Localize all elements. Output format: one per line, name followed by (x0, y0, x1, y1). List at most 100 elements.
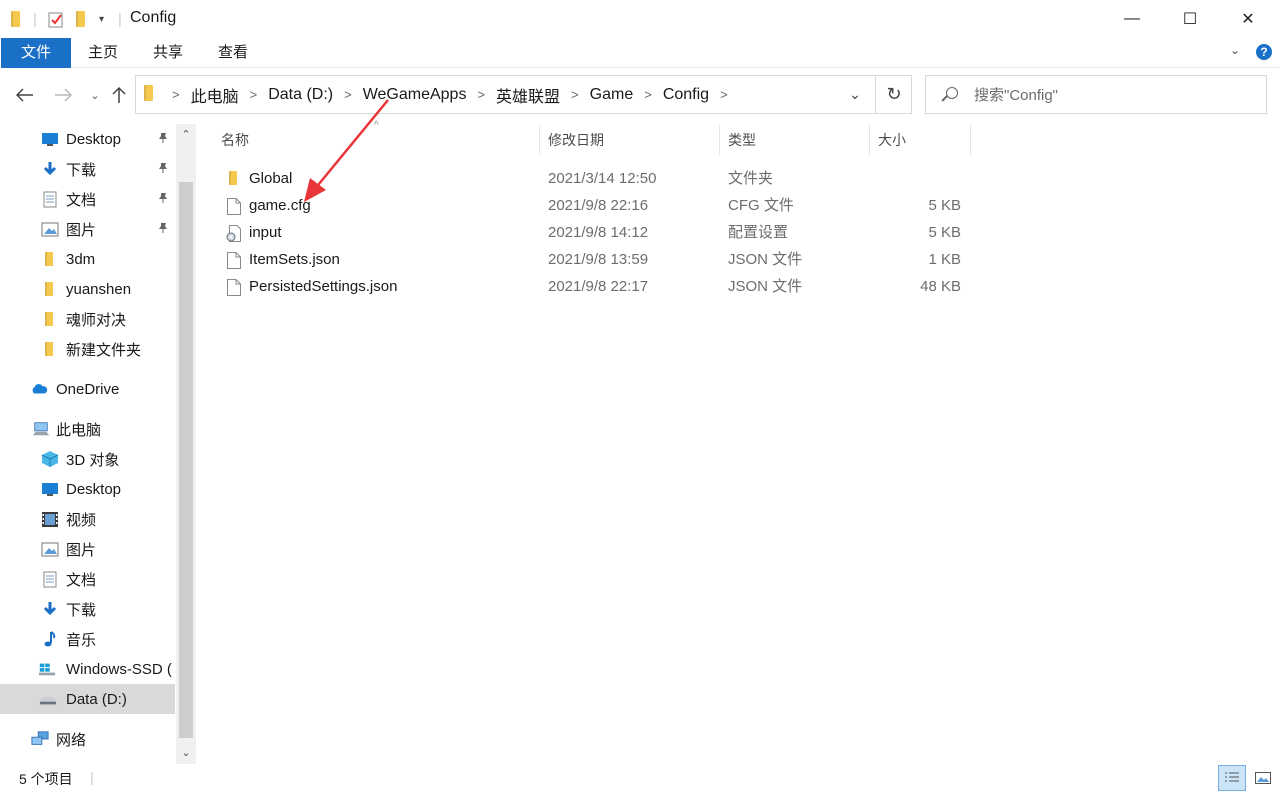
file-icon (226, 197, 242, 215)
onedrive-icon (30, 381, 48, 397)
sidebar-item[interactable]: Desktop (0, 474, 175, 504)
tab-share[interactable]: 共享 (138, 38, 198, 68)
sidebar-item[interactable]: 3D 对象 (0, 444, 175, 474)
sidebar-item[interactable]: 音乐 (0, 624, 175, 654)
address-history-dropdown[interactable]: ⌄ (838, 76, 872, 113)
file-size: 1 KB (928, 251, 961, 268)
breadcrumb-game[interactable]: Game (590, 86, 634, 104)
sidebar-item[interactable]: yuanshen (0, 274, 175, 304)
folder-icon (41, 251, 59, 267)
back-button[interactable] (12, 82, 38, 108)
scrollbar-thumb[interactable] (179, 182, 193, 738)
scroll-down-icon[interactable]: ⌄ (176, 742, 196, 762)
breadcrumb-separator[interactable]: > (477, 87, 485, 102)
download-icon (41, 601, 59, 617)
scroll-up-icon[interactable]: ⌃ (176, 124, 196, 144)
sidebar-item[interactable]: Data (D:) (0, 684, 175, 714)
sidebar-scrollbar[interactable]: ⌃ ⌄ (176, 124, 196, 764)
sidebar-item-label: 此电脑 (56, 421, 102, 439)
status-bar: 5 个项目 | (0, 764, 1280, 793)
up-button[interactable] (106, 82, 132, 108)
sidebar-item[interactable]: 下载 (0, 594, 175, 624)
breadcrumb: > 此电脑 > Data (D:) > WeGameApps > 英雄联盟 > … (136, 76, 739, 113)
sidebar-item[interactable]: OneDrive (0, 374, 175, 404)
file-name: Global (249, 170, 293, 187)
file-row[interactable]: PersistedSettings.json 2021/9/8 22:17 JSON… (219, 273, 971, 300)
forward-button[interactable] (50, 82, 76, 108)
file-type: JSON 文件 (728, 251, 803, 268)
sidebar-item[interactable]: 图片 (0, 534, 175, 564)
pin-icon[interactable] (157, 162, 169, 177)
sidebar-item[interactable]: 下载 (0, 154, 175, 184)
folder-icon (41, 281, 59, 297)
breadcrumb-separator[interactable]: > (644, 87, 652, 102)
sidebar-item[interactable]: 网络 (0, 724, 175, 754)
properties-icon[interactable] (48, 9, 64, 29)
windows-drive-icon (38, 661, 56, 677)
sidebar-item-label: 网络 (56, 731, 87, 749)
breadcrumb-lol[interactable]: 英雄联盟 (496, 83, 560, 107)
address-bar[interactable]: > 此电脑 > Data (D:) > WeGameApps > 英雄联盟 > … (135, 75, 912, 114)
sidebar-item[interactable]: 3dm (0, 244, 175, 274)
file-type: JSON 文件 (728, 278, 803, 295)
file-row[interactable]: input 2021/9/8 14:12 配置设置 5 KB (219, 219, 971, 246)
sidebar-item[interactable]: 此电脑 (0, 414, 175, 444)
file-type: CFG 文件 (728, 197, 794, 214)
maximize-button[interactable]: ☐ (1160, 0, 1220, 38)
breadcrumb-config[interactable]: Config (663, 86, 709, 104)
pictures-icon (41, 541, 59, 557)
pin-icon[interactable] (157, 222, 169, 237)
pictures-icon (41, 221, 59, 237)
sidebar-item[interactable]: 文档 (0, 184, 175, 214)
folder-icon (41, 311, 59, 327)
sidebar-item[interactable]: 文档 (0, 564, 175, 594)
download-icon (41, 161, 59, 177)
large-icons-view-button[interactable] (1250, 765, 1276, 791)
search-input[interactable]: 搜索"Config" (974, 84, 1058, 105)
music-icon (41, 631, 59, 647)
column-header-size[interactable]: 大小 (870, 125, 971, 155)
help-icon[interactable]: ? (1256, 44, 1272, 60)
sidebar-item[interactable]: 图片 (0, 214, 175, 244)
videos-icon (41, 511, 59, 527)
customize-toolbar-icon[interactable]: ▾ (99, 9, 104, 29)
breadcrumb-separator[interactable]: > (571, 87, 579, 102)
folder-icon (226, 170, 242, 187)
breadcrumb-separator[interactable]: > (172, 87, 180, 102)
sidebar-item[interactable]: 新建文件夹 (0, 334, 175, 364)
refresh-button[interactable]: ↻ (875, 76, 912, 113)
details-view-button[interactable] (1218, 765, 1246, 791)
sidebar-item-label: 图片 (66, 541, 97, 559)
sidebar-item[interactable]: Windows-SSD ( (0, 654, 175, 684)
search-box[interactable]: 搜索"Config" (925, 75, 1267, 114)
file-icon (226, 278, 242, 296)
expand-ribbon-icon[interactable]: ⌄ (1230, 43, 1240, 57)
file-size: 5 KB (928, 224, 961, 241)
tab-file[interactable]: 文件 (1, 38, 71, 68)
sidebar-item[interactable]: 视频 (0, 504, 175, 534)
pin-icon[interactable] (157, 132, 169, 147)
breadcrumb-this-pc[interactable]: 此电脑 (191, 83, 239, 107)
breadcrumb-separator[interactable]: > (250, 87, 258, 102)
minimize-button[interactable]: — (1102, 0, 1162, 38)
pin-icon[interactable] (157, 192, 169, 207)
file-type: 配置设置 (728, 224, 789, 241)
column-header-date[interactable]: 修改日期 (540, 125, 720, 155)
sidebar-item-label: 魂师对决 (66, 311, 127, 329)
sidebar-item[interactable]: Desktop (0, 124, 175, 154)
file-row[interactable]: ItemSets.json 2021/9/8 13:59 JSON 文件 1 KB (219, 246, 971, 273)
sidebar-item-label: 新建文件夹 (66, 341, 142, 359)
recent-locations-icon[interactable]: ⌄ (82, 82, 108, 108)
file-name: input (249, 224, 282, 241)
breadcrumb-separator[interactable]: > (720, 87, 728, 102)
close-button[interactable]: ✕ (1218, 0, 1278, 38)
tab-home[interactable]: 主页 (73, 38, 133, 68)
new-folder-icon[interactable] (76, 9, 85, 29)
sidebar-item-label: OneDrive (56, 380, 120, 398)
column-header-type[interactable]: 类型 (720, 125, 870, 155)
tab-view[interactable]: 查看 (203, 38, 263, 68)
sidebar-item[interactable]: 魂师对决 (0, 304, 175, 334)
sidebar-item-label: 下载 (66, 161, 97, 179)
ribbon: 文件 主页 共享 查看 ⌄ ? (0, 38, 1280, 68)
toolbar-divider: | (33, 10, 37, 28)
